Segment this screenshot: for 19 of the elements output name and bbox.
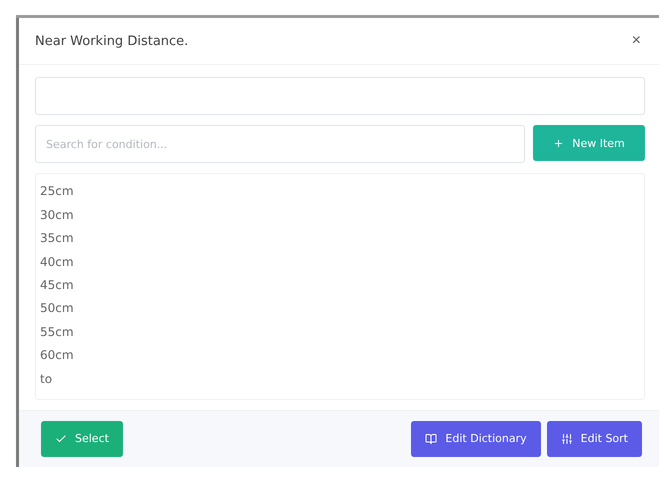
search-field[interactable]: Search for condition... [35, 125, 525, 164]
list-item[interactable]: 30cm [36, 204, 644, 228]
list-item[interactable]: 40cm [36, 250, 644, 274]
value-field[interactable] [35, 77, 645, 116]
list-item[interactable]: 55cm [36, 320, 644, 344]
list-item[interactable]: 50cm [36, 297, 644, 321]
list-item[interactable]: to [36, 368, 644, 391]
list-item[interactable]: 25cm [36, 180, 644, 204]
close-button[interactable]: × [628, 32, 645, 50]
dialog-title: Near Working Distance. [35, 34, 188, 49]
book-icon [425, 432, 438, 445]
sliders-icon [560, 432, 573, 445]
list-item[interactable]: 35cm [36, 227, 644, 251]
edit-sort-button[interactable]: Edit Sort [546, 420, 642, 457]
edit-dictionary-button[interactable]: Edit Dictionary [411, 420, 541, 457]
list-item[interactable]: 60cm [36, 344, 644, 368]
plus-icon [553, 138, 564, 149]
check-icon [55, 432, 67, 445]
list-item[interactable]: 45cm [36, 274, 644, 298]
